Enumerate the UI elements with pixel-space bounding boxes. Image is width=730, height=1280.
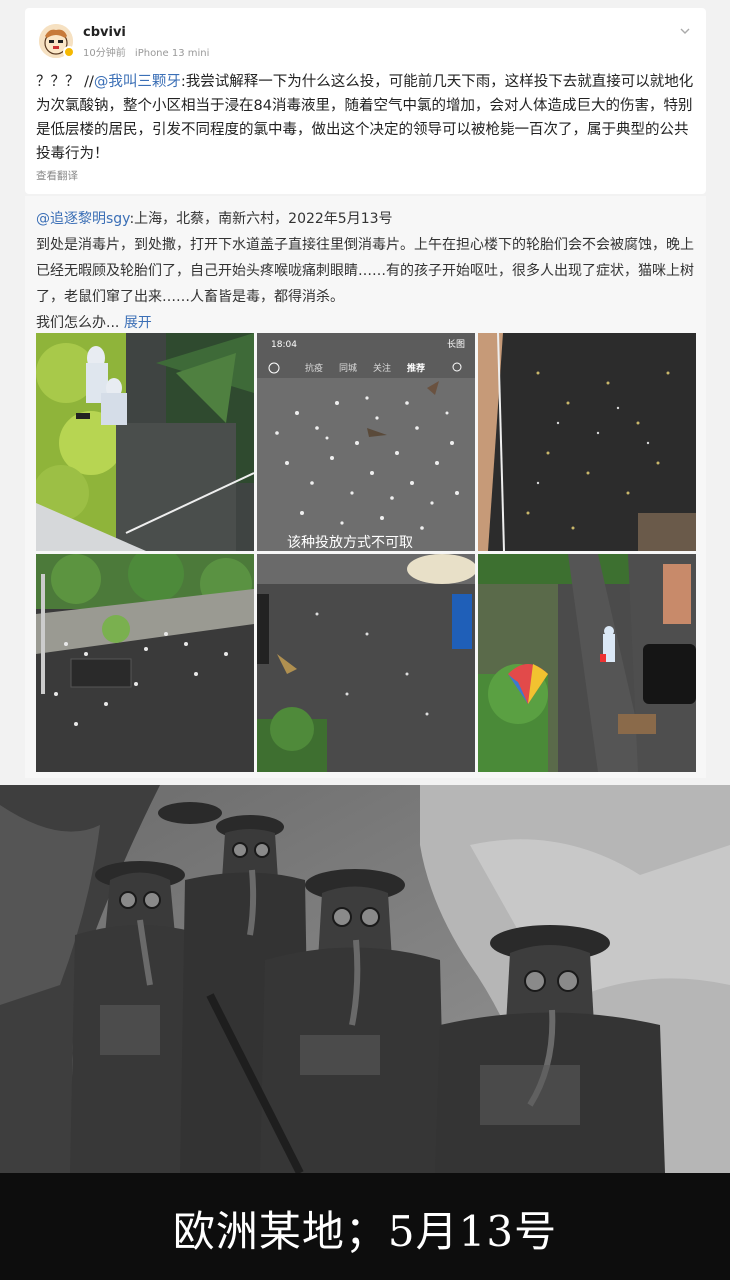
caption-text: 欧洲某地；5月13号 (172, 1207, 558, 1256)
post-card: cbvivi 10分钟前 iPhone 13 mini ？？？ //@我叫三颗牙… (25, 8, 706, 194)
historical-gas-mask-photo (0, 785, 730, 1173)
photo-2-phone-screenshot[interactable]: 18:04 长图 抗疫 同城 关注 推荐 该种投放方式不可取 (257, 333, 475, 551)
photo-6[interactable] (478, 554, 696, 772)
repost-text: @追逐黎明sgy:上海，北蔡，南新六村，2022年5月13号 到处是消毒片，到处… (36, 206, 698, 336)
post-device: iPhone 13 mini (134, 48, 210, 59)
photo-5[interactable] (257, 554, 475, 772)
repost-body: 到处是消毒片，到处撒，打开下水道盖子直接往里倒消毒片。上午在担心楼下的轮胎们会不… (36, 237, 694, 305)
post-time: 10分钟前 (83, 48, 126, 59)
post-text-prefix: ？？？ // (36, 74, 94, 90)
phone-subtitle: 该种投放方式不可取 (287, 535, 413, 551)
chevron-down-icon[interactable] (680, 26, 690, 36)
photo-1[interactable] (36, 333, 254, 551)
phone-tab-4: 推荐 (407, 362, 425, 374)
post-text: ？？？ //@我叫三颗牙:我尝试解释一下为什么这么投，可能前几天下雨，这样投下去… (36, 70, 698, 166)
translate-link[interactable]: 查看翻译 (36, 168, 78, 183)
repost-location: :上海，北蔡，南新六村，2022年5月13号 (129, 211, 393, 227)
repost-last-line: 我们怎么办... (36, 315, 120, 331)
photo-4[interactable] (36, 554, 254, 772)
phone-tab-2: 同城 (339, 363, 357, 374)
phone-badge: 长图 (447, 338, 465, 350)
repost-card[interactable]: @追逐黎明sgy:上海，北蔡，南新六村，2022年5月13号 到处是消毒片，到处… (25, 196, 706, 778)
mention-link[interactable]: @我叫三颗牙 (94, 74, 181, 90)
weibo-screenshot: cbvivi 10分钟前 iPhone 13 mini ？？？ //@我叫三颗牙… (0, 0, 730, 785)
post-meta: 10分钟前 iPhone 13 mini (83, 44, 215, 59)
repost-mention[interactable]: @追逐黎明sgy (36, 211, 129, 227)
photo-grid: 18:04 长图 抗疫 同城 关注 推荐 该种投放方式不可取 (36, 333, 696, 773)
phone-time: 18:04 (271, 340, 297, 350)
username[interactable]: cbvivi (83, 25, 126, 40)
verified-badge-icon (63, 46, 75, 58)
phone-tab-1: 抗疫 (305, 362, 323, 374)
caption-bar: 欧洲某地；5月13号 (0, 1173, 730, 1280)
phone-tab-3: 关注 (373, 362, 391, 374)
expand-link[interactable]: 展开 (124, 315, 152, 331)
photo-3[interactable] (478, 333, 696, 551)
